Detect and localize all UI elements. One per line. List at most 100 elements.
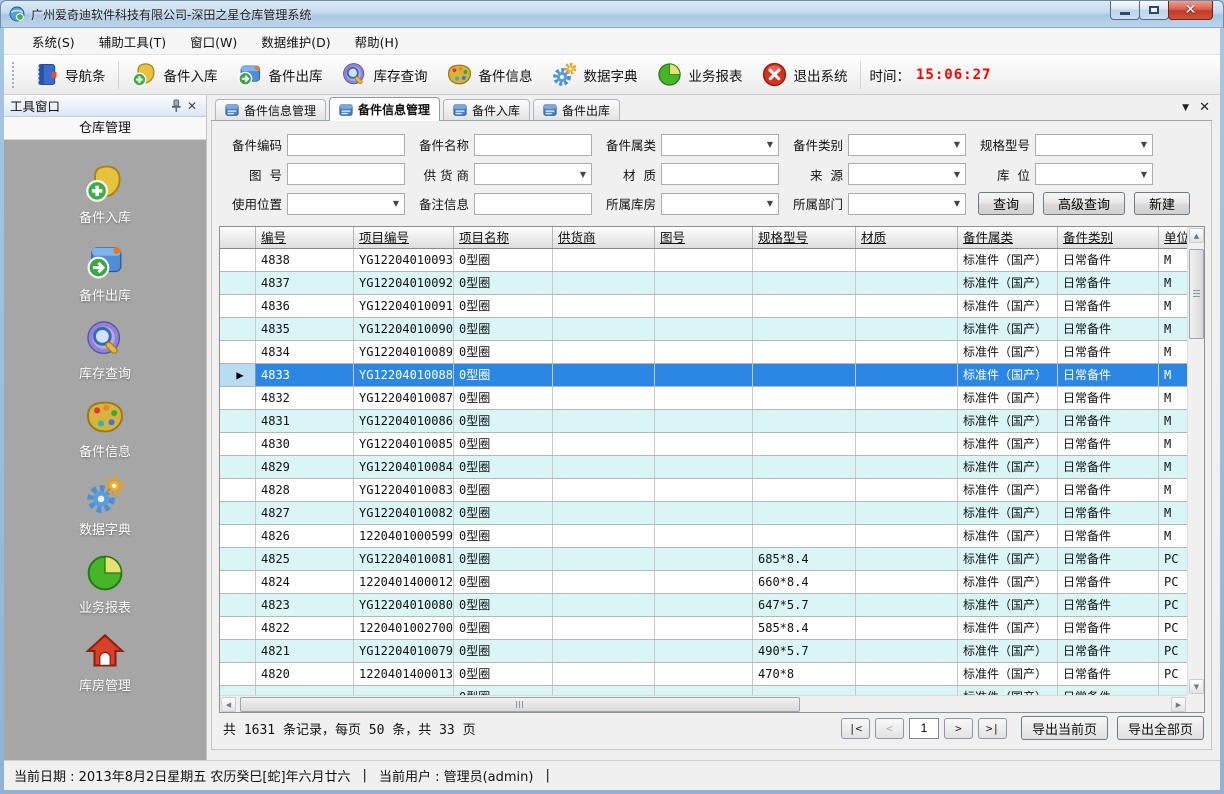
pin-icon[interactable] bbox=[168, 98, 184, 114]
row-selector-cell[interactable]: ▶ bbox=[220, 364, 256, 386]
table-row[interactable]: 4834YG122040100890型圈标准件（国产）日常备件M bbox=[220, 341, 1187, 364]
column-header-0[interactable]: 编号 bbox=[256, 227, 354, 248]
table-row[interactable]: 4832YG122040100870型圈标准件（国产）日常备件M bbox=[220, 387, 1187, 410]
menu-item-0[interactable]: 系统(S) bbox=[20, 28, 87, 55]
close-button[interactable]: ✕ bbox=[1168, 1, 1213, 20]
column-header-8[interactable]: 备件类别 bbox=[1058, 227, 1159, 248]
field-dropdown[interactable]: ▼ bbox=[848, 134, 966, 156]
table-row[interactable]: 482612204010005990型圈标准件（国产）日常备件M bbox=[220, 525, 1187, 548]
row-selector-cell[interactable] bbox=[220, 410, 256, 432]
field-dropdown[interactable]: ▼ bbox=[474, 163, 592, 185]
sidebar-item-3[interactable]: 备件信息 bbox=[4, 388, 206, 466]
column-header-1[interactable]: 项目编号 bbox=[354, 227, 454, 248]
sidebar-item-6[interactable]: 库房管理 bbox=[4, 622, 206, 700]
row-selector-cell[interactable] bbox=[220, 640, 256, 662]
column-header-4[interactable]: 图号 bbox=[655, 227, 753, 248]
menu-item-2[interactable]: 窗口(W) bbox=[178, 28, 249, 55]
table-row[interactable]: 482412204014000120型圈660*8.4标准件（国产）日常备件PC bbox=[220, 571, 1187, 594]
minimize-button[interactable] bbox=[1110, 1, 1140, 20]
menu-item-1[interactable]: 辅助工具(T) bbox=[87, 28, 178, 55]
table-row[interactable]: 4825YG122040100810型圈685*8.4标准件（国产）日常备件PC bbox=[220, 548, 1187, 571]
export-all-pages-button[interactable]: 导出全部页 bbox=[1117, 716, 1204, 740]
row-selector-cell[interactable] bbox=[220, 249, 256, 271]
row-selector-cell[interactable] bbox=[220, 272, 256, 294]
table-row[interactable]: 4831YG122040100860型圈标准件（国产）日常备件M bbox=[220, 410, 1187, 433]
tab-0[interactable]: 备件信息管理 bbox=[215, 99, 326, 120]
toolbar-button-1[interactable]: 备件入库 bbox=[122, 58, 227, 91]
table-row[interactable]: 4830YG122040100850型圈标准件（国产）日常备件M bbox=[220, 433, 1187, 456]
export-current-page-button[interactable]: 导出当前页 bbox=[1021, 716, 1108, 740]
table-row[interactable]: 4828YG122040100830型圈标准件（国产）日常备件M bbox=[220, 479, 1187, 502]
row-selector-cell[interactable] bbox=[220, 502, 256, 524]
query-button[interactable]: 查询 bbox=[978, 192, 1034, 215]
row-selector-cell[interactable] bbox=[220, 295, 256, 317]
table-row[interactable]: 4836YG122040100910型圈标准件（国产）日常备件M bbox=[220, 295, 1187, 318]
toolbar-button-3[interactable]: 库存查询 bbox=[332, 58, 437, 91]
next-page-button[interactable]: > bbox=[944, 718, 973, 739]
row-selector-cell[interactable] bbox=[220, 686, 256, 695]
table-row[interactable]: ▶4833YG122040100880型圈标准件（国产）日常备件M bbox=[220, 364, 1187, 387]
column-header-7[interactable]: 备件属类 bbox=[958, 227, 1058, 248]
maximize-button[interactable] bbox=[1139, 1, 1169, 20]
column-header-3[interactable]: 供货商 bbox=[553, 227, 655, 248]
row-selector-cell[interactable] bbox=[220, 594, 256, 616]
toolbar-button-7[interactable]: 退出系统 bbox=[752, 58, 857, 91]
tab-dropdown-icon[interactable]: ▼ bbox=[1182, 103, 1189, 113]
sidebar-item-1[interactable]: 备件出库 bbox=[4, 232, 206, 310]
field-dropdown[interactable]: ▼ bbox=[661, 193, 779, 215]
field-input[interactable] bbox=[474, 134, 592, 156]
field-input[interactable] bbox=[474, 193, 592, 215]
table-row[interactable]: 4829YG122040100840型圈标准件（国产）日常备件M bbox=[220, 456, 1187, 479]
sidebar-item-0[interactable]: 备件入库 bbox=[4, 154, 206, 232]
advanced-query-button[interactable]: 高级查询 bbox=[1043, 192, 1125, 215]
field-dropdown[interactable]: ▼ bbox=[848, 163, 966, 185]
column-header-6[interactable]: 材质 bbox=[856, 227, 958, 248]
field-input[interactable] bbox=[661, 163, 779, 185]
scroll-up-icon[interactable]: ▲ bbox=[1189, 228, 1204, 243]
table-row[interactable]: 4827YG122040100820型圈标准件（国产）日常备件M bbox=[220, 502, 1187, 525]
horizontal-scrollbar[interactable]: ◀ ▶ bbox=[220, 695, 1187, 712]
sidebar-group-title[interactable]: 仓库管理 bbox=[4, 117, 206, 140]
row-selector-cell[interactable] bbox=[220, 617, 256, 639]
menu-item-4[interactable]: 帮助(H) bbox=[343, 28, 411, 55]
page-number-input[interactable] bbox=[909, 718, 939, 739]
row-selector-cell[interactable] bbox=[220, 548, 256, 570]
vertical-scrollbar[interactable]: ▲ ▼ bbox=[1187, 227, 1204, 695]
table-row[interactable]: 4823YG122040100800型圈647*5.7标准件（国产）日常备件PC bbox=[220, 594, 1187, 617]
sidebar-item-5[interactable]: 业务报表 bbox=[4, 544, 206, 622]
table-row[interactable]: 4838YG122040100930型圈标准件（国产）日常备件M bbox=[220, 249, 1187, 272]
scroll-down-icon[interactable]: ▼ bbox=[1189, 679, 1204, 694]
field-dropdown[interactable]: ▼ bbox=[661, 134, 779, 156]
toolbar-button-0[interactable]: 导航条 bbox=[23, 58, 115, 91]
vertical-scroll-thumb[interactable] bbox=[1189, 249, 1204, 339]
field-input[interactable] bbox=[287, 134, 405, 156]
toolbar-button-5[interactable]: 数据字典 bbox=[542, 58, 647, 91]
scroll-left-icon[interactable]: ◀ bbox=[221, 697, 236, 712]
table-row[interactable]: 482212204010027000型圈585*8.4标准件（国产）日常备件PC bbox=[220, 617, 1187, 640]
row-selector-cell[interactable] bbox=[220, 387, 256, 409]
menu-item-3[interactable]: 数据维护(D) bbox=[249, 28, 342, 55]
tab-close-icon[interactable]: ✕ bbox=[1199, 100, 1210, 115]
row-selector-cell[interactable] bbox=[220, 479, 256, 501]
prev-page-button[interactable]: < bbox=[875, 718, 904, 739]
first-page-button[interactable]: |< bbox=[841, 718, 870, 739]
sidebar-close-icon[interactable]: ✕ bbox=[184, 98, 200, 114]
field-dropdown[interactable]: ▼ bbox=[1035, 134, 1153, 156]
tab-1[interactable]: 备件信息管理 bbox=[329, 97, 440, 121]
tab-2[interactable]: 备件入库 bbox=[443, 99, 530, 120]
table-row[interactable]: 4821YG122040100790型圈490*5.7标准件（国产）日常备件PC bbox=[220, 640, 1187, 663]
table-row[interactable]: 4835YG122040100900型圈标准件（国产）日常备件M bbox=[220, 318, 1187, 341]
table-row[interactable]: 482012204014000130型圈470*8标准件（国产）日常备件PC bbox=[220, 663, 1187, 686]
field-input[interactable] bbox=[287, 163, 405, 185]
field-dropdown[interactable]: ▼ bbox=[848, 193, 966, 215]
table-row[interactable]: 4837YG122040100920型圈标准件（国产）日常备件M bbox=[220, 272, 1187, 295]
toolbar-button-2[interactable]: 备件出库 bbox=[227, 58, 332, 91]
table-row[interactable]: 0型圈标准件（国产）日常备件 bbox=[220, 686, 1187, 695]
sidebar-item-4[interactable]: 数据字典 bbox=[4, 466, 206, 544]
row-selector-cell[interactable] bbox=[220, 663, 256, 685]
toolbar-button-6[interactable]: 业务报表 bbox=[647, 58, 752, 91]
row-selector-cell[interactable] bbox=[220, 525, 256, 547]
tab-3[interactable]: 备件出库 bbox=[533, 99, 620, 120]
toolbar-grip[interactable] bbox=[12, 62, 16, 88]
toolbar-button-4[interactable]: 备件信息 bbox=[437, 58, 542, 91]
